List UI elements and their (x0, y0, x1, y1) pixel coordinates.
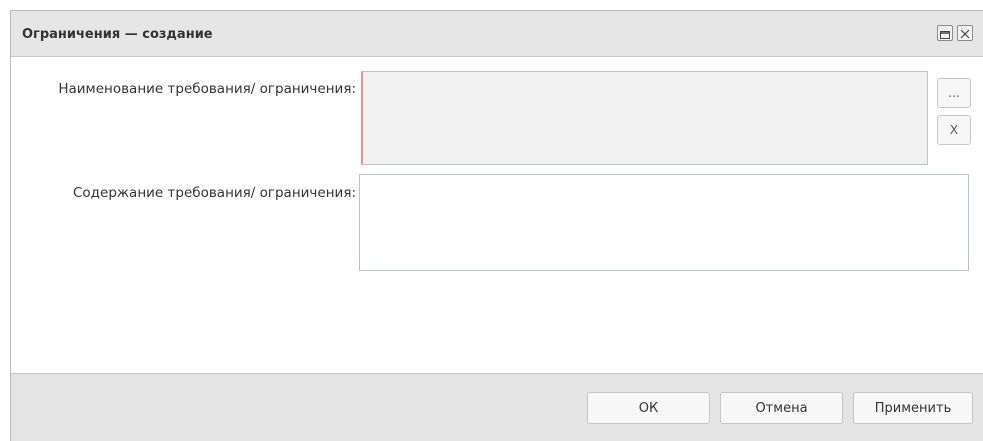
dialog-title: Ограничения — создание (22, 27, 213, 42)
content-field-label: Содержание требования/ ограничения: (73, 185, 356, 201)
select-name-button[interactable]: ... (937, 78, 971, 108)
maximize-button[interactable] (937, 25, 953, 41)
name-field-label: Наименование требования/ ограничения: (58, 81, 356, 97)
content-field[interactable] (359, 174, 969, 271)
ok-button[interactable]: ОК (587, 392, 710, 424)
form-panel: Наименование требования/ ограничения: ..… (11, 56, 983, 374)
apply-button[interactable]: Применить (853, 392, 973, 424)
close-icon (960, 24, 970, 43)
dialog-titlebar[interactable]: Ограничения — создание (11, 11, 983, 56)
close-button[interactable] (957, 25, 973, 41)
name-field[interactable] (361, 71, 928, 165)
maximize-icon (940, 24, 950, 43)
dialog-window: Ограничения — создание Наименование треб… (10, 10, 983, 441)
cancel-button[interactable]: Отмена (720, 392, 843, 424)
clear-name-button[interactable]: X (937, 115, 971, 145)
